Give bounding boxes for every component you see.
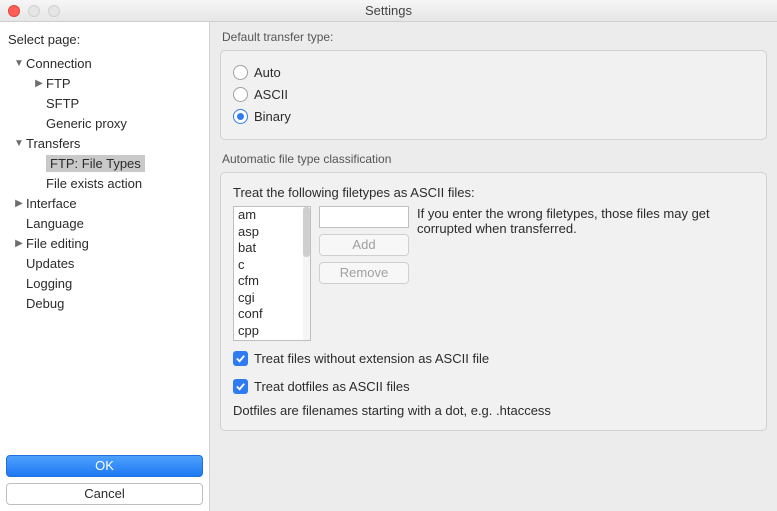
tree-item-file-editing[interactable]: ▶File editing (6, 233, 203, 253)
tree-item-logging[interactable]: Logging (6, 273, 203, 293)
tree-item-language[interactable]: Language (6, 213, 203, 233)
list-item[interactable]: am (234, 207, 310, 224)
page-tree[interactable]: ▼Connection ▶FTP SFTP Generic proxy ▼Tra… (0, 53, 209, 449)
list-item[interactable]: cgi (234, 290, 310, 307)
chevron-right-icon: ▶ (34, 78, 44, 89)
checkmark-icon (233, 351, 248, 366)
radio-label: Binary (254, 109, 291, 124)
add-button[interactable]: Add (319, 234, 409, 256)
scrollbar[interactable] (303, 207, 310, 340)
chevron-right-icon: ▶ (14, 198, 24, 209)
group-auto-classification: Treat the following filetypes as ASCII f… (220, 172, 767, 431)
list-item[interactable]: asp (234, 224, 310, 241)
radio-binary[interactable]: Binary (233, 105, 754, 127)
checkbox-label: Treat dotfiles as ASCII files (254, 379, 410, 394)
tree-item-sftp[interactable]: SFTP (6, 93, 203, 113)
radio-ascii[interactable]: ASCII (233, 83, 754, 105)
radio-label: Auto (254, 65, 281, 80)
filetype-warning: If you enter the wrong filetypes, those … (417, 206, 754, 341)
dotfiles-note: Dotfiles are filenames starting with a d… (233, 403, 754, 418)
list-item[interactable]: bat (234, 240, 310, 257)
tree-item-ftp-file-types[interactable]: FTP: File Types (6, 153, 203, 173)
treat-filetypes-label: Treat the following filetypes as ASCII f… (233, 185, 754, 200)
chevron-down-icon: ▼ (14, 138, 24, 149)
tree-item-interface[interactable]: ▶Interface (6, 193, 203, 213)
tree-item-debug[interactable]: Debug (6, 293, 203, 313)
tree-item-ftp[interactable]: ▶FTP (6, 73, 203, 93)
group-transfer-type-title: Default transfer type: (222, 30, 767, 44)
window-title: Settings (0, 3, 777, 18)
filetype-input[interactable] (319, 206, 409, 228)
radio-auto[interactable]: Auto (233, 61, 754, 83)
list-item[interactable]: c (234, 257, 310, 274)
tree-item-transfers[interactable]: ▼Transfers (6, 133, 203, 153)
cancel-button[interactable]: Cancel (6, 483, 203, 505)
remove-button[interactable]: Remove (319, 262, 409, 284)
ok-button[interactable]: OK (6, 455, 203, 477)
checkbox-label: Treat files without extension as ASCII f… (254, 351, 489, 366)
tree-item-generic-proxy[interactable]: Generic proxy (6, 113, 203, 133)
chevron-down-icon: ▼ (14, 58, 24, 69)
sidebar: Select page: ▼Connection ▶FTP SFTP Gener… (0, 22, 210, 511)
list-item[interactable]: cfm (234, 273, 310, 290)
titlebar: Settings (0, 0, 777, 22)
tree-item-connection[interactable]: ▼Connection (6, 53, 203, 73)
radio-icon (233, 109, 248, 124)
main-panel: Default transfer type: Auto ASCII Binary… (210, 22, 777, 511)
list-item[interactable]: cpp (234, 323, 310, 340)
radio-icon (233, 65, 248, 80)
chevron-right-icon: ▶ (14, 238, 24, 249)
sidebar-label: Select page: (0, 30, 209, 53)
group-auto-classification-title: Automatic file type classification (222, 152, 767, 166)
ascii-filetypes-list[interactable]: am asp bat c cfm cgi conf cpp (233, 206, 311, 341)
tree-item-updates[interactable]: Updates (6, 253, 203, 273)
radio-icon (233, 87, 248, 102)
group-transfer-type: Auto ASCII Binary (220, 50, 767, 140)
radio-label: ASCII (254, 87, 288, 102)
checkmark-icon (233, 379, 248, 394)
checkbox-no-extension[interactable]: Treat files without extension as ASCII f… (233, 347, 754, 369)
checkbox-dotfiles[interactable]: Treat dotfiles as ASCII files (233, 375, 754, 397)
list-item[interactable]: conf (234, 306, 310, 323)
tree-item-file-exists-action[interactable]: File exists action (6, 173, 203, 193)
